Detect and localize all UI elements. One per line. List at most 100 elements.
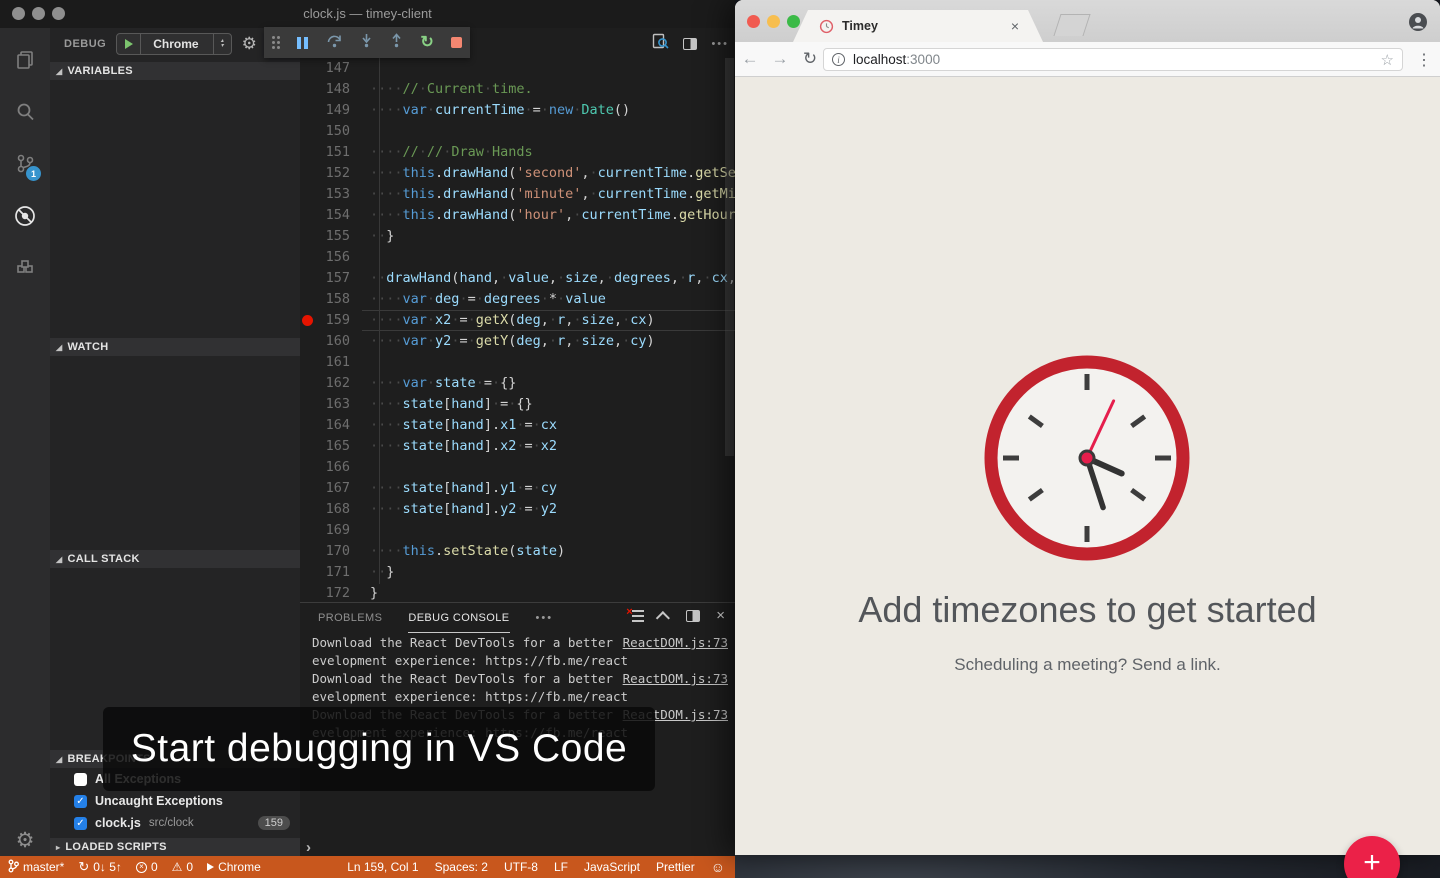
drag-handle-icon[interactable] [272, 36, 280, 49]
status-item[interactable]: Ln 159, Col 1 [347, 860, 418, 874]
code-editor[interactable]: 147148····//·Current·time.149····var·cur… [300, 58, 735, 602]
breakpoint-margin[interactable] [300, 436, 316, 457]
code-line[interactable]: 170····this.setState(state) [300, 541, 735, 562]
breakpoint-margin[interactable] [300, 583, 316, 602]
breakpoint-margin[interactable] [300, 331, 316, 352]
code-line[interactable]: 164····state[hand].x1·=·cx [300, 415, 735, 436]
breakpoint-margin[interactable] [300, 394, 316, 415]
panel-more-tabs-icon[interactable]: ••• [536, 612, 554, 624]
breakpoint-margin[interactable] [300, 205, 316, 226]
code-line[interactable]: 156 [300, 247, 735, 268]
variables-section-header[interactable]: ◢ VARIABLES [50, 62, 300, 80]
breakpoint-checkbox[interactable]: ✓ [74, 817, 87, 830]
find-in-file-icon[interactable] [652, 33, 669, 55]
code-line[interactable]: 171··} [300, 562, 735, 583]
console-input-prompt[interactable]: › [306, 839, 311, 856]
start-debug-icon[interactable] [117, 34, 141, 54]
breakpoint-margin[interactable] [300, 457, 316, 478]
editor-more-actions-icon[interactable]: ••• [711, 38, 729, 50]
code-line[interactable]: 169 [300, 520, 735, 541]
breakpoint-row[interactable]: ✓Uncaught Exceptions [50, 790, 300, 812]
status-warnings[interactable]: ⚠0 [172, 860, 193, 874]
launch-config-dropdown[interactable]: Chrome ▴▾ [116, 33, 231, 55]
code-line[interactable]: 160····var·y2·=·getY(deg,·r,·size,·cy) [300, 331, 735, 352]
code-line[interactable]: 151····//·//·Draw·Hands [300, 142, 735, 163]
breakpoint-margin[interactable] [300, 268, 316, 289]
browser-menu-icon[interactable]: ⋮ [1416, 50, 1432, 70]
address-bar[interactable]: i localhost :3000 ☆ [823, 48, 1403, 71]
breakpoint-checkbox[interactable]: ✓ [74, 795, 87, 808]
debug-icon[interactable] [0, 194, 50, 238]
breakpoint-margin[interactable] [300, 163, 316, 184]
breakpoint-margin[interactable] [300, 226, 316, 247]
configure-gear-icon[interactable]: ⚙ [242, 34, 257, 54]
page-info-icon[interactable]: i [832, 53, 845, 66]
code-line[interactable]: 161 [300, 352, 735, 373]
status-item[interactable]: Spaces: 2 [435, 860, 488, 874]
breakpoint-margin[interactable] [300, 79, 316, 100]
split-panel-icon[interactable] [686, 610, 700, 622]
breakpoint-margin[interactable] [300, 373, 316, 394]
code-line[interactable]: 148····//·Current·time. [300, 79, 735, 100]
breakpoint-margin[interactable] [300, 58, 316, 79]
step-over-button[interactable] [326, 33, 343, 53]
pause-button[interactable] [297, 37, 308, 49]
zoom-window-button[interactable] [787, 15, 800, 28]
code-line[interactable]: 150 [300, 121, 735, 142]
breakpoint-margin[interactable] [300, 247, 316, 268]
breakpoint-margin[interactable] [300, 310, 316, 331]
breakpoint-margin[interactable] [300, 121, 316, 142]
extensions-icon[interactable] [0, 246, 50, 290]
code-line[interactable]: 157··drawHand(hand,·value,·size,·degrees… [300, 268, 735, 289]
breakpoint-margin[interactable] [300, 184, 316, 205]
reload-icon[interactable]: ↻ [795, 49, 825, 69]
breakpoint-margin[interactable] [300, 562, 316, 583]
breakpoint-margin[interactable] [300, 499, 316, 520]
code-line[interactable]: 163····state[hand]·=·{} [300, 394, 735, 415]
clear-console-icon[interactable]: × [628, 609, 644, 623]
forward-icon[interactable]: → [765, 49, 795, 69]
breakpoint-margin[interactable] [300, 520, 316, 541]
restart-button[interactable]: ↻ [420, 36, 433, 50]
code-line[interactable]: 166 [300, 457, 735, 478]
code-line[interactable]: 154····this.drawHand('hour',·currentTime… [300, 205, 735, 226]
minimize-window-button[interactable] [767, 15, 780, 28]
breakpoint-margin[interactable] [300, 352, 316, 373]
console-source-link[interactable]: ReactDOM.js:73 [623, 634, 728, 652]
status-git-branch[interactable]: master* [8, 859, 64, 876]
status-errors[interactable]: ×0 [136, 860, 158, 874]
breakpoint-checkbox[interactable] [74, 773, 87, 786]
call-stack-section-header[interactable]: ◢ CALL STACK [50, 550, 300, 568]
source-control-icon[interactable]: 1 [0, 142, 50, 186]
status-item[interactable]: Prettier [656, 860, 695, 874]
status-sync[interactable]: ↻0↓ 5↑ [78, 859, 122, 875]
status-item[interactable]: JavaScript [584, 860, 640, 874]
editor-scrollbar[interactable] [725, 58, 734, 456]
watch-section-header[interactable]: ◢ WATCH [50, 338, 300, 356]
breakpoint-dot[interactable] [302, 315, 313, 326]
tab-close-icon[interactable]: × [1011, 18, 1019, 34]
add-timezone-fab[interactable]: + [1344, 836, 1400, 878]
tab-problems[interactable]: PROBLEMS [318, 603, 382, 633]
code-line[interactable]: 153····this.drawHand('minute',·currentTi… [300, 184, 735, 205]
breakpoint-margin[interactable] [300, 100, 316, 121]
split-editor-icon[interactable] [683, 38, 697, 50]
search-icon[interactable] [0, 90, 50, 134]
stop-button[interactable] [451, 37, 462, 48]
breakpoint-margin[interactable] [300, 478, 316, 499]
profile-avatar-icon[interactable] [1408, 12, 1428, 37]
step-out-button[interactable] [390, 33, 403, 53]
status-play[interactable]: Chrome [207, 860, 261, 874]
breakpoint-margin[interactable] [300, 415, 316, 436]
breakpoint-margin[interactable] [300, 289, 316, 310]
browser-tab[interactable]: Timey × [793, 10, 1043, 42]
code-line[interactable]: 158····var·deg·=·degrees·*·value [300, 289, 735, 310]
back-icon[interactable]: ← [735, 49, 765, 69]
code-line[interactable]: 149····var·currentTime·=·new·Date() [300, 100, 735, 121]
code-line[interactable]: 162····var·state·=·{} [300, 373, 735, 394]
tab-debug-console[interactable]: DEBUG CONSOLE [408, 603, 509, 633]
feedback-smiley-icon[interactable]: ☺ [711, 859, 725, 875]
code-line[interactable]: 165····state[hand].x2·=·x2 [300, 436, 735, 457]
close-panel-icon[interactable]: × [716, 609, 725, 623]
code-line[interactable]: 167····state[hand].y1·=·cy [300, 478, 735, 499]
